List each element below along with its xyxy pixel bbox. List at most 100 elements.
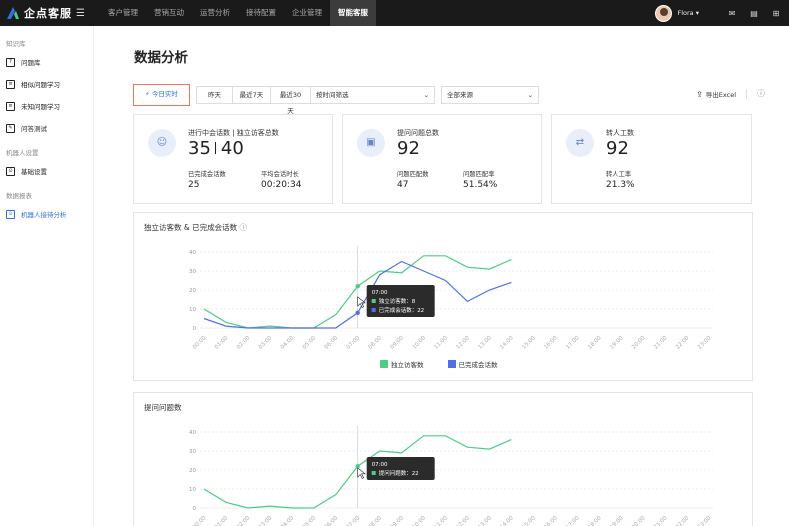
card-title: 进行中会话数 | 独立访客总数 [188,129,279,137]
nav-item-marketing[interactable]: 营销互动 [146,0,192,26]
card-title: 转人工数 [606,129,634,137]
filter-bar: ⚡ 今日实时 昨天 最近7天 最近30天 按时间筛选 ⌄ 全部来源 ⌄ [133,84,539,115]
visitors-chart[interactable]: 0 10 20 30 40 00:00 01:00 02:00 03:00 04:00 05:00 0… [134,235,752,370]
card-sub-label: 已完成会话数 [188,171,226,178]
yesterday-button[interactable]: 昨天 [196,86,232,104]
card-title: 提问问题总数 [397,129,439,137]
x-tick-label: 07:00 [346,335,362,351]
y-tick-label: 30 [189,449,196,455]
x-tick-label: 16:00 [543,515,559,526]
sidebar-group-title: 知识库 [6,40,26,48]
x-tick-label: 19:00 [609,515,625,526]
top-bar: 企点客服 ☰ 客户管理 营销互动 运营分析 接待配置 企业管理 智能客服 Flo… [0,0,789,26]
y-tick-label: 40 [189,430,196,436]
sidebar-item-label: 基础设置 [21,168,47,176]
nav-item-enterprise[interactable]: 企业管理 [284,0,330,26]
x-tick-label: 22:00 [675,335,691,351]
x-tick-label: 12:00 [455,335,471,351]
time-filter-select[interactable]: 按时间筛选 ⌄ [310,86,435,104]
chart-legend: 独立访客数 已完成会话数 [380,359,522,369]
x-tick-label: 09:00 [390,515,406,526]
user-name[interactable]: Flora ▾ [677,9,699,17]
nav-item-smart-service[interactable]: 智能客服 [330,0,376,26]
menu-icon[interactable]: ☰ [76,8,85,19]
card-sub-label: 问题匹配率 [463,171,495,178]
x-tick-label: 19:00 [609,335,625,351]
mail-icon[interactable]: ✉ [727,9,737,18]
legend-label: 独立访客数 [391,361,424,369]
qa-test-icon: ✎ [6,123,15,133]
logo[interactable]: 企点客服 ☰ [0,5,100,21]
tooltip-time: 07:00 [372,462,388,468]
nav-item-operations[interactable]: 运营分析 [192,0,238,26]
user-name-text: Flora [677,9,694,17]
time-filter-value: 按时间筛选 [316,91,349,99]
stats-cards: ☺ 进行中会话数 | 独立访客总数 35 40 已完成会话数 25 平均会话时长 … [133,114,752,204]
source-value: 全部来源 [447,91,473,99]
y-tick-label: 20 [189,288,196,294]
book-icon[interactable]: ▤ [749,9,759,18]
chevron-down-icon: ⌄ [423,91,429,99]
x-tick-label: 20:00 [631,335,647,351]
x-tick-label: 02:00 [236,515,252,526]
series-point[interactable] [355,284,360,289]
y-tick-label: 20 [189,468,196,474]
card-sub-value: 51.54% [463,180,498,190]
x-tick-label: 10:00 [412,335,428,351]
tooltip-time: 07:00 [372,290,388,296]
grid-icon[interactable]: ⊞ [771,9,781,18]
sidebar-item-question-bank[interactable]: ? 问题库 [0,51,93,73]
chart-tooltip: 07:00提问问题数：22 [366,457,435,480]
x-tick-label: 04:00 [280,515,296,526]
x-tick-label: 11:00 [433,335,449,351]
sidebar-item-basic-settings[interactable]: ⊙ 基础设置 [0,160,93,182]
export-label: 导出Excel [705,90,736,99]
x-tick-label: 09:00 [390,335,406,351]
divider [214,142,216,154]
y-tick-label: 40 [189,250,196,256]
x-tick-label: 02:00 [236,335,252,351]
robot-icon: ⊙ [6,166,15,176]
info-icon[interactable]: ⓘ [240,223,248,232]
sidebar-item-robot-analysis[interactable]: ⊙ 机器人接待分析 [0,203,93,225]
today-realtime-button[interactable]: ⚡ 今日实时 [133,84,190,106]
info-icon[interactable]: ⓘ [757,88,765,99]
nav-item-customer[interactable]: 客户管理 [100,0,146,26]
questions-chart[interactable]: 0 10 20 30 40 00:00 01:00 02:00 03:00 04:00 05:00 0… [134,415,752,526]
sidebar-item-qa-test[interactable]: ✎ 问答测试 [0,117,93,139]
y-tick-label: 30 [189,269,196,275]
legend-item-completed[interactable]: 已完成会话数 [447,359,498,369]
x-tick-label: 18:00 [587,335,603,351]
sidebar-item-unknown-learning[interactable]: ≡ 未知问题学习 [0,95,93,117]
series-point[interactable] [355,310,360,315]
y-tick-label: 0 [193,326,197,332]
x-tick-label: 01:00 [214,515,230,526]
chart-card-questions: 提问问题数 0 10 20 30 40 00:00 01:00 02:00 03:00 04:00… [133,392,753,526]
chart-title: 独立访客数 & 已完成会话数 ⓘ [144,222,247,233]
transfer-human-icon: ⇄ [566,129,594,157]
x-tick-label: 14:00 [499,335,515,351]
tooltip-row: 提问问题数：22 [379,469,419,477]
chart-tooltip: 07:00独立访客数：8已完成会话数：22 [366,285,435,317]
page-title: 数据分析 [134,50,188,66]
tooltip-row: 独立访客数：8 [379,297,416,305]
x-tick-label: 18:00 [587,515,603,526]
x-tick-label: 17:00 [565,335,581,351]
sidebar-item-label: 问答测试 [21,125,47,133]
nav-item-reception[interactable]: 接待配置 [238,0,284,26]
x-tick-label: 15:00 [521,515,537,526]
ongoing-sessions-value: 35 [188,138,211,159]
similar-learning-icon: ≡ [6,79,15,89]
tooltip-swatch [371,471,376,475]
sidebar-item-similar-learning[interactable]: ≡ 相似问题学习 [0,73,93,95]
source-select[interactable]: 全部来源 ⌄ [441,86,539,104]
x-tick-label: 13:00 [477,335,493,351]
last-7-days-button[interactable]: 最近7天 [232,86,270,104]
avatar[interactable] [655,4,673,22]
export-button[interactable]: ⇪ 导出Excel [696,89,736,99]
last-30-days-button[interactable]: 最近30天 [270,86,310,115]
legend-item-visitors[interactable]: 独立访客数 [380,359,424,369]
mouse-cursor-icon [357,296,366,308]
x-tick-label: 20:00 [631,515,647,526]
x-tick-label: 12:00 [455,515,471,526]
